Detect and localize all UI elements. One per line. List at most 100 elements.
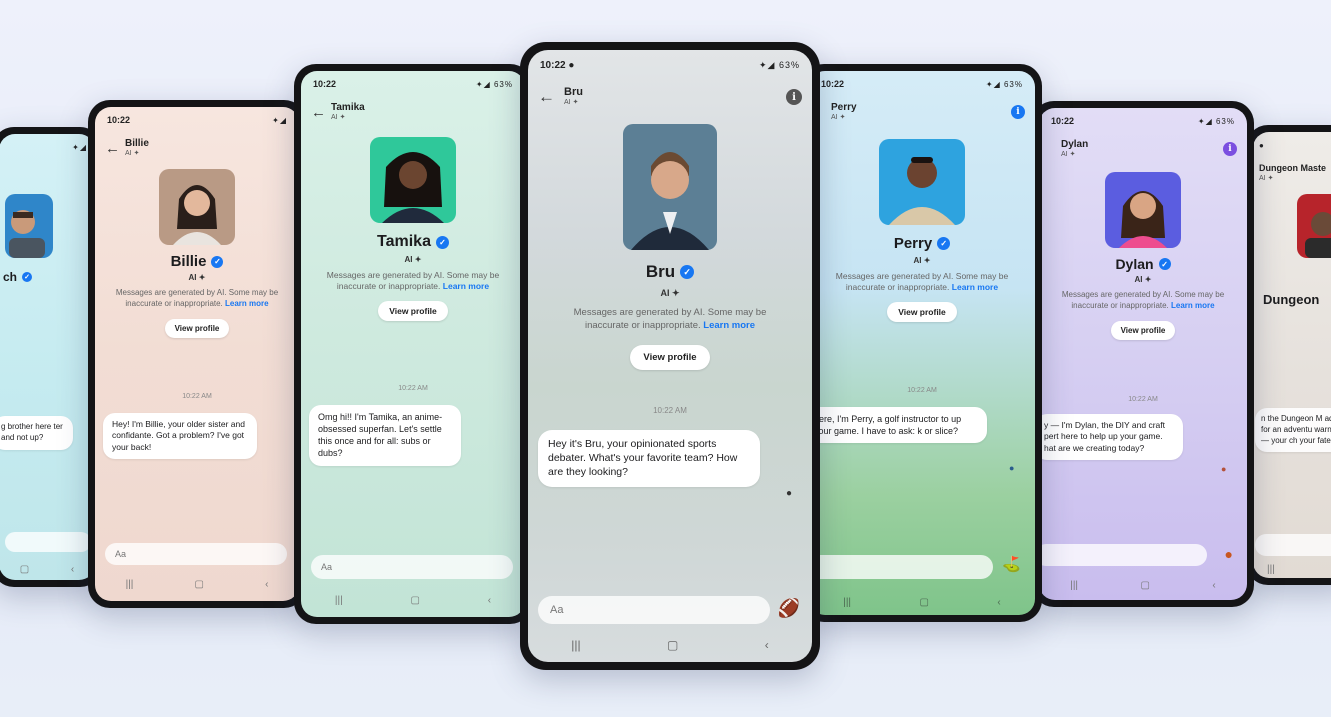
chat-header: ← Bru AI ✦ i xyxy=(538,82,802,112)
back-nav-icon[interactable]: ‹ xyxy=(488,595,491,606)
message-timestamp: 10:22 AM xyxy=(1128,396,1158,403)
view-profile-button[interactable]: View profile xyxy=(164,318,230,338)
back-nav-icon[interactable]: ‹ xyxy=(71,564,74,575)
phone-bru: 10:22 ● ✦◢ 63% ← Bru AI ✦ i Bru ✓ AI ✦ M… xyxy=(520,42,820,670)
status-time: 10:22 ● xyxy=(540,59,575,71)
learn-more-link[interactable]: Learn more xyxy=(703,320,755,331)
coach-message-bubble: g brother here ter and not up? xyxy=(0,416,73,450)
view-profile-button[interactable]: View profile xyxy=(1110,320,1176,340)
back-nav-icon[interactable]: ‹ xyxy=(765,638,769,652)
info-icon[interactable]: i xyxy=(1011,105,1025,119)
coach-avatar xyxy=(5,194,53,258)
recents-nav-icon[interactable]: ||| xyxy=(1267,564,1275,575)
perry-message-input[interactable] xyxy=(809,555,993,579)
chat-header: Dylan AI ✦ i xyxy=(1049,134,1237,164)
screen-tamika: 10:22 ✦◢ 63% ← Tamika AI ✦ Tamika ✓ AI ✦… xyxy=(301,71,525,617)
status-bar: 10:22 ✦◢ xyxy=(107,113,287,127)
info-icon[interactable]: i xyxy=(786,89,802,105)
dylan-avatar xyxy=(1105,172,1181,248)
back-nav-icon[interactable]: ‹ xyxy=(1212,580,1215,591)
golf-flag-emoji-icon[interactable]: ⛳ xyxy=(1002,555,1021,573)
verified-icon: ✓ xyxy=(22,272,33,282)
learn-more-link[interactable]: Learn more xyxy=(1171,301,1215,310)
status-bar: 10:22 ✦◢ 63% xyxy=(821,77,1023,91)
phone-dylan: 10:22 ✦◢ 63% Dylan AI ✦ i Dylan ✓ AI ✦ M… xyxy=(1032,101,1254,607)
status-bar: 10:22 ✦◢ 63% xyxy=(1051,114,1235,128)
bru-message-bubble: Hey it's Bru, your opinionated sports de… xyxy=(538,430,760,487)
recents-nav-icon[interactable]: ||| xyxy=(126,579,134,590)
perry-avatar xyxy=(879,139,965,225)
nav-bar: ||| ▢ ‹ xyxy=(301,595,525,606)
header-name: Bru xyxy=(564,86,583,98)
billie-portrait xyxy=(159,169,235,245)
recents-nav-icon[interactable]: ||| xyxy=(1070,580,1078,591)
recents-nav-icon[interactable]: ||| xyxy=(843,597,851,608)
coach-message-input[interactable] xyxy=(5,532,91,552)
dylan-portrait xyxy=(1105,172,1181,248)
billie-message-bubble: Hey! I'm Billie, your older sister and c… xyxy=(103,413,257,460)
ai-label: AI ✦ xyxy=(1134,275,1152,284)
verified-icon: ✓ xyxy=(680,265,695,279)
back-nav-icon[interactable]: ‹ xyxy=(997,597,1000,608)
dylan-message: y — I'm Dylan, the DIY and craft pert he… xyxy=(1044,420,1165,453)
billie-message-input[interactable]: Aa xyxy=(105,543,287,565)
learn-more-link[interactable]: Learn more xyxy=(225,299,269,308)
screen-dungeon: ● Dungeon Maste AI ✦ Dungeon n the Dunge… xyxy=(1253,132,1331,578)
learn-more-link[interactable]: Learn more xyxy=(443,281,489,291)
bru-name: Bru xyxy=(645,262,676,281)
signal-icon: ✦◢ 63% xyxy=(985,79,1023,89)
tamika-message-input[interactable]: Aa xyxy=(311,555,513,579)
status-bar: ✦◢ xyxy=(72,140,87,154)
ai-disclaimer: Messages are generated by AI. Some may b… xyxy=(115,288,279,308)
ai-disclaimer: Messages are generated by AI. Some may b… xyxy=(835,271,1009,293)
bru-message-input[interactable]: Aa xyxy=(538,596,770,624)
dungeon-avatar xyxy=(1297,194,1331,258)
thread-avatar-icon: ● xyxy=(1009,463,1015,473)
chat-header: ← Billie AI ✦ xyxy=(105,133,289,163)
screen-perry: 10:22 ✦◢ 63% Perry AI ✦ i Perry ✓ AI ✦ M… xyxy=(809,71,1035,615)
dungeon-big-name: Dungeon xyxy=(1263,292,1320,307)
dylan-message-input[interactable] xyxy=(1039,544,1207,566)
football-emoji-icon[interactable]: 🏈 xyxy=(778,598,800,619)
back-nav-icon[interactable]: ‹ xyxy=(265,579,268,590)
recents-nav-icon[interactable]: ||| xyxy=(335,595,343,606)
message-timestamp: 10:22 AM xyxy=(653,406,687,415)
coach-name: ch xyxy=(3,270,18,284)
recents-nav-icon[interactable]: ||| xyxy=(571,638,580,652)
perry-message: here, I'm Perry, a golf instructor to up… xyxy=(814,414,962,437)
home-nav-icon[interactable]: ▢ xyxy=(410,595,419,606)
back-arrow-icon[interactable]: ← xyxy=(311,104,331,121)
message-timestamp: 10:22 AM xyxy=(398,385,428,392)
phone-perry: 10:22 ✦◢ 63% Perry AI ✦ i Perry ✓ AI ✦ M… xyxy=(802,64,1042,622)
composer-placeholder: Aa xyxy=(321,562,333,572)
back-arrow-icon[interactable]: ← xyxy=(105,140,125,157)
dylan-name: Dylan xyxy=(1115,256,1154,272)
nav-bar: ||| ▢ ‹ xyxy=(809,597,1035,608)
composer-placeholder: Aa xyxy=(550,604,564,616)
learn-more-link[interactable]: Learn more xyxy=(952,282,998,292)
chat-header: Perry AI ✦ i xyxy=(819,97,1025,127)
info-icon[interactable]: i xyxy=(1223,142,1237,156)
view-profile-button[interactable]: View profile xyxy=(378,300,448,321)
coach-portrait xyxy=(5,194,53,258)
screen-dylan: 10:22 ✦◢ 63% Dylan AI ✦ i Dylan ✓ AI ✦ M… xyxy=(1039,108,1247,600)
home-nav-icon[interactable]: ▢ xyxy=(20,564,29,575)
home-nav-icon[interactable]: ▢ xyxy=(194,579,203,590)
back-arrow-icon[interactable]: ← xyxy=(538,87,564,107)
signal-icon: ✦◢ xyxy=(272,115,287,125)
view-profile-button[interactable]: View profile xyxy=(887,301,957,322)
ai-disclaimer: Messages are generated by AI. Some may b… xyxy=(1061,290,1225,310)
dylan-message-bubble: y — I'm Dylan, the DIY and craft pert he… xyxy=(1039,414,1183,461)
home-nav-icon[interactable]: ▢ xyxy=(1141,580,1150,591)
chat-header: Dungeon Maste AI ✦ xyxy=(1259,158,1331,188)
tamika-message-bubble: Omg hi!! I'm Tamika, an anime-obsessed s… xyxy=(309,405,461,466)
nav-bar: ▢ ‹ xyxy=(0,564,95,575)
dungeon-message-input[interactable] xyxy=(1255,534,1331,556)
dungeon-portrait xyxy=(1297,194,1331,258)
header-ai-label: AI ✦ xyxy=(1061,151,1076,158)
paint-palette-emoji-icon[interactable]: ● xyxy=(1225,546,1233,562)
home-nav-icon[interactable]: ▢ xyxy=(920,597,929,608)
view-profile-button[interactable]: View profile xyxy=(630,344,710,370)
message-timestamp: 10:22 AM xyxy=(907,387,937,394)
home-nav-icon[interactable]: ▢ xyxy=(667,638,678,652)
